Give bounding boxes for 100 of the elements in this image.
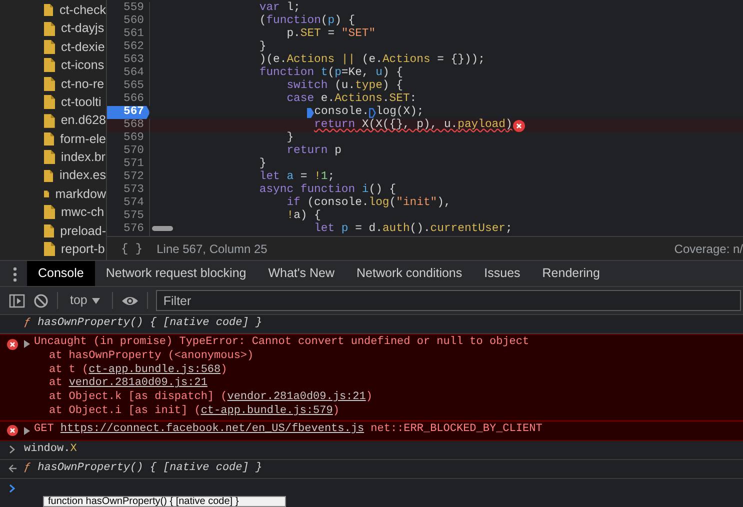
stack-frame: at t (ct-app.bundle.js:568): [34, 364, 530, 378]
code-text: }: [286, 132, 294, 145]
file-icon: [44, 76, 55, 91]
line-number[interactable]: 568: [107, 119, 150, 132]
file-icon: [44, 242, 55, 256]
file-icon: [44, 95, 55, 110]
autocomplete-hint: function hasOwnProperty() { [native code] }: [43, 496, 286, 507]
file-icon: [44, 58, 55, 72]
error-icon: [6, 425, 18, 436]
chevron-icon: [8, 445, 16, 454]
file-icon: [44, 22, 55, 36]
file-name[interactable]: markdow: [55, 188, 106, 200]
panel-tab[interactable]: Network request blocking: [94, 261, 258, 286]
code-text: return X(X({}, p), u.payload): [314, 119, 512, 132]
line-number[interactable]: 563: [107, 54, 150, 67]
file-icon: [44, 3, 54, 18]
file-name[interactable]: ct-toolti: [61, 96, 102, 108]
file-icon: [44, 150, 55, 164]
expand-triangle-icon[interactable]: [24, 426, 30, 435]
stack-frame: at Object.k [as dispatch] (vendor.281a0d09.js:21): [34, 391, 530, 405]
line-number[interactable]: 561: [107, 28, 150, 41]
code-text: }: [259, 41, 266, 54]
stack-frame: at Object.i [as init] (ct-app.bundle.js:579): [34, 404, 530, 419]
line-number[interactable]: 569: [107, 132, 150, 145]
prompt-icon: [8, 484, 16, 494]
line-number[interactable]: 570: [107, 145, 150, 158]
cursor-position: Line 567, Column 25: [156, 240, 268, 258]
panel-tab[interactable]: Issues: [473, 261, 532, 286]
file-icon: [44, 168, 54, 183]
line-number[interactable]: 575: [107, 210, 150, 223]
error-icon: [6, 338, 18, 350]
file-name[interactable]: mwc-ch: [61, 206, 104, 219]
console-result-text: hasOwnProperty() { [native code] }: [38, 316, 262, 331]
code-text: (function(p) {: [259, 15, 356, 28]
line-number[interactable]: 562: [107, 41, 150, 54]
error-message: GET https://connect.facebook.net/en_US/fbevents.js net::ERR_BLOCKED_BY_CLIENT: [34, 422, 542, 437]
line-number[interactable]: 564: [107, 67, 150, 80]
file-name[interactable]: ct-no-re: [61, 78, 104, 90]
code-text: let p = d.auth().currentUser;: [314, 223, 512, 236]
console-input-text: window.X: [24, 442, 77, 457]
function-marker: ƒ: [24, 460, 31, 476]
clear-icon[interactable]: [33, 292, 49, 308]
caret-icon: [92, 298, 100, 304]
error-icon: [513, 120, 526, 132]
source-link[interactable]: vendor.281a0d09.js:21: [68, 377, 208, 390]
file-name[interactable]: form-ele: [60, 132, 106, 146]
line-number[interactable]: 571: [107, 158, 150, 171]
code-text: let a = !1;: [259, 171, 335, 184]
code-text: return p: [286, 145, 342, 158]
filter-field[interactable]: Filter: [156, 290, 741, 311]
coverage-label: Coverage: n/: [674, 240, 743, 258]
panel-tab[interactable]: Console: [27, 261, 95, 286]
code-text: !a) {: [286, 210, 321, 222]
console-result-text: hasOwnProperty() { [native code] }: [38, 460, 262, 476]
code-text: case e.Actions.SET:: [286, 93, 417, 106]
panel-tab[interactable]: Rendering: [531, 261, 611, 286]
stack-frame: at hasOwnProperty (<anonymous>): [34, 350, 530, 364]
scrollbar-thumb[interactable]: [152, 226, 173, 231]
pretty-print-button[interactable]: { }: [115, 240, 149, 258]
file-icon: [44, 205, 55, 220]
line-number[interactable]: 567: [107, 106, 150, 119]
source-link[interactable]: vendor.281a0d09.js:21: [227, 391, 366, 404]
code-text: var l;: [259, 2, 300, 14]
code-text: console.: [314, 106, 369, 118]
file-name[interactable]: preload-: [60, 224, 106, 238]
file-icon: [44, 40, 55, 54]
line-number[interactable]: 574: [107, 197, 150, 210]
file-name[interactable]: ct-icons: [61, 59, 104, 72]
code-text: }: [259, 158, 266, 170]
code-text: function t(p=Ke, u) {: [259, 67, 403, 80]
file-icon: [44, 132, 54, 146]
line-number[interactable]: 565: [107, 80, 150, 93]
code-text: if (console.log("init"),: [286, 197, 451, 210]
code-text: async function i() {: [259, 184, 396, 196]
file-name[interactable]: ct-dayjs: [61, 22, 104, 35]
stack-frame: at vendor.281a0d09.js:21: [34, 377, 530, 392]
line-number[interactable]: 559: [107, 2, 150, 15]
file-name[interactable]: index.es: [59, 169, 106, 182]
code-text: )(e.Actions || (e.Actions = {}));: [259, 54, 485, 66]
line-number[interactable]: 573: [107, 184, 150, 197]
error-message: Uncaught (in promise) TypeError: Cannot convert undefined or null to object: [34, 336, 530, 350]
file-name[interactable]: index.br: [61, 151, 106, 164]
panel-tab[interactable]: Network conditions: [346, 261, 474, 286]
return-arrow-icon: [8, 464, 16, 474]
sidebar-toggle-icon[interactable]: [9, 292, 25, 308]
code-text: switch (u.type) {: [286, 80, 403, 92]
panel-tab[interactable]: What's New: [257, 261, 346, 286]
expand-triangle-icon[interactable]: [24, 340, 30, 348]
file-name[interactable]: en.d628: [60, 114, 106, 127]
file-name[interactable]: ct-dexie: [61, 40, 105, 54]
function-marker: ƒ: [24, 316, 31, 331]
line-number[interactable]: 572: [107, 171, 150, 184]
source-link[interactable]: ct-app.bundle.js:568: [88, 364, 221, 376]
file-icon: [44, 224, 54, 238]
source-link[interactable]: https://connect.facebook.net/en_US/fbevents.js: [60, 422, 364, 435]
context-dropdown[interactable]: top: [66, 291, 104, 310]
source-link[interactable]: ct-app.bundle.js:579: [200, 404, 333, 417]
line-number[interactable]: 560: [107, 15, 150, 28]
file-name[interactable]: report-b: [61, 243, 105, 256]
file-name[interactable]: ct-check: [59, 4, 106, 16]
